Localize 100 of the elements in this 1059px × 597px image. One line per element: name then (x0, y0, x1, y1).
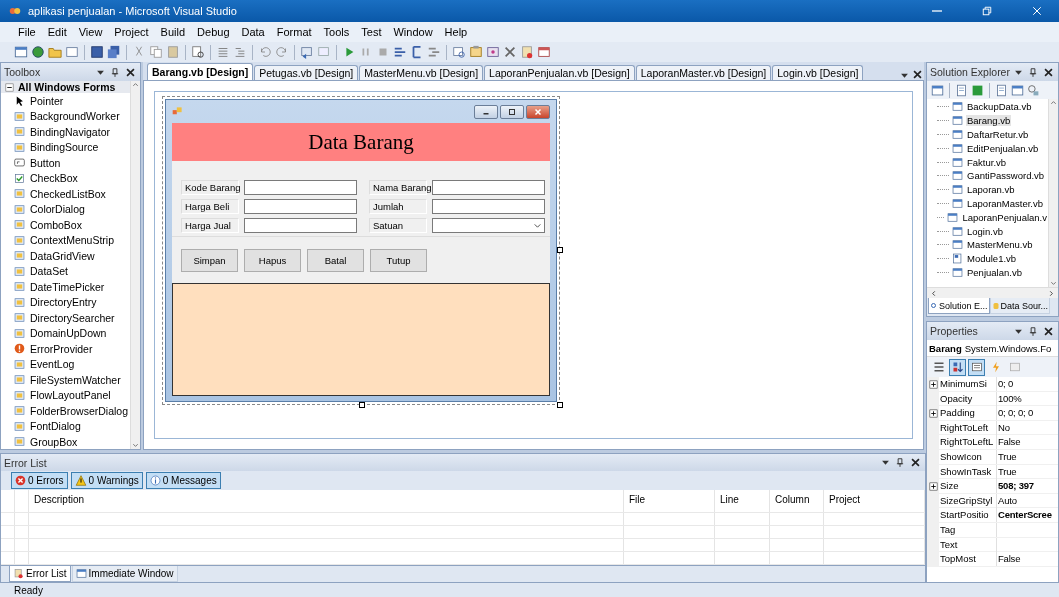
toolbox-item[interactable]: ErrorProvider (1, 341, 130, 357)
toolbox-item[interactable]: ContextMenuStrip (1, 232, 130, 248)
minimize-button[interactable] (474, 104, 498, 119)
text-field[interactable] (244, 218, 357, 233)
property-row[interactable]: Size 508; 397 (927, 479, 1058, 494)
maximize-button[interactable] (500, 104, 524, 119)
toolbox-item[interactable]: CheckBox (1, 170, 130, 186)
grid-icon[interactable] (65, 45, 79, 59)
toolbox-item[interactable]: FolderBrowserDialog (1, 403, 130, 419)
tree-item[interactable]: BackupData.vb (927, 100, 1048, 114)
find-icon[interactable] (191, 45, 205, 59)
property-row[interactable]: MinimumSi 0; 0 (927, 377, 1058, 392)
panel-tab[interactable]: Data Sour... (989, 298, 1051, 314)
menu-item[interactable]: Build (154, 26, 192, 38)
menu-item[interactable]: Format (270, 26, 318, 38)
window-icon[interactable] (537, 45, 551, 59)
menu-item[interactable]: View (72, 26, 109, 38)
resize-handle[interactable] (557, 247, 563, 253)
toolbox-item[interactable]: BackgroundWorker (1, 108, 130, 124)
filter-button[interactable]: 0 Warnings (70, 471, 143, 489)
document-tab[interactable]: Barang.vb [Design] (147, 63, 254, 80)
menu-item[interactable]: Tools (317, 26, 356, 38)
find-window-icon[interactable] (452, 45, 466, 59)
redo-icon[interactable] (275, 45, 289, 59)
menu-item[interactable]: Data (235, 26, 271, 38)
panel-tab[interactable]: Solution E... (928, 298, 990, 314)
toolbox-item[interactable]: CheckedListBox (1, 186, 130, 202)
align-lines-icon[interactable] (216, 45, 230, 59)
form-button[interactable]: Batal (307, 248, 364, 272)
column-header[interactable]: Description (29, 489, 624, 512)
property-row[interactable]: RightToLeftL False (927, 435, 1058, 450)
menu-item[interactable]: File (12, 26, 42, 38)
close-button[interactable] (911, 69, 924, 80)
menu-item[interactable]: Project (108, 26, 155, 38)
form-button[interactable]: Tutup (370, 248, 427, 272)
column-header[interactable]: File (624, 489, 715, 512)
tree-item[interactable]: LaporanMaster.vb (927, 196, 1048, 211)
document-tab[interactable]: Login.vb [Design] (772, 65, 864, 80)
properties-button[interactable] (968, 358, 985, 376)
tree-item[interactable]: GantiPassword.vb (927, 169, 1048, 183)
scrollbar[interactable] (927, 287, 1058, 298)
toolbox-item[interactable]: Pointer (1, 93, 130, 109)
column-header[interactable]: Project (824, 489, 925, 512)
text-field[interactable] (432, 180, 545, 195)
clipboard-error-icon[interactable] (520, 45, 534, 59)
document-tab[interactable]: Petugas.vb [Design] (254, 65, 359, 80)
tree-item[interactable]: Module1.vb (927, 251, 1048, 266)
document-tab[interactable]: LaporanPenjualan.vb [Design] (484, 65, 635, 80)
tree-item[interactable]: Barang.vb (927, 113, 1048, 128)
undo-icon[interactable] (258, 45, 272, 59)
data-grid[interactable] (172, 283, 550, 396)
toolbox-item[interactable]: EventLog (1, 356, 130, 372)
form-button[interactable]: Simpan (181, 248, 238, 272)
property-row[interactable]: SizeGripStyl Auto (927, 493, 1058, 509)
tree-item[interactable]: Login.vb (927, 224, 1048, 238)
tab-list-button[interactable] (899, 71, 910, 80)
toolbox-item[interactable]: ComboBox (1, 217, 130, 233)
toolbox-item[interactable]: DomainUpDown (1, 325, 130, 341)
tree-item[interactable]: LaporanPenjualan.v (927, 210, 1048, 225)
toolbox-item[interactable]: Button (1, 155, 130, 171)
menu-item[interactable]: Debug (191, 26, 236, 38)
column-header[interactable]: Column (770, 489, 824, 512)
panel-tab[interactable]: Immediate Window (71, 565, 178, 582)
indent-lines-icon[interactable] (233, 45, 247, 59)
panel-tab[interactable]: Error List (9, 565, 71, 582)
property-row[interactable]: Text (927, 537, 1058, 553)
property-row[interactable]: ShowIcon True (927, 449, 1058, 465)
text-field[interactable] (432, 199, 545, 214)
toolbox-item[interactable]: DirectoryEntry (1, 294, 130, 310)
toolbox-item[interactable]: FlowLayoutPanel (1, 387, 130, 403)
close-button[interactable] (124, 66, 137, 78)
auto-hide-button[interactable] (1027, 325, 1039, 337)
scrollbar[interactable] (1048, 99, 1058, 287)
toolbox-item[interactable]: DateTimePicker (1, 279, 130, 295)
auto-hide-button[interactable] (109, 66, 121, 78)
toolbox-item[interactable]: DirectorySearcher (1, 310, 130, 326)
resize-handle[interactable] (557, 402, 563, 408)
tree-item[interactable]: DaftarRetur.vb (927, 127, 1048, 142)
toolbox-item[interactable]: ColorDialog (1, 201, 130, 217)
auto-hide-button[interactable] (894, 457, 906, 468)
tree-item[interactable]: Laporan.vb (927, 182, 1048, 197)
property-row[interactable]: ShowInTask True (927, 464, 1058, 480)
document-tab[interactable]: LaporanMaster.vb [Design] (635, 65, 772, 80)
text-field[interactable] (244, 180, 357, 195)
property-row[interactable]: Tag (927, 522, 1058, 538)
save-icon[interactable] (90, 45, 104, 59)
property-row[interactable]: TopMost False (927, 552, 1058, 567)
filter-button[interactable]: 0 Messages (145, 471, 221, 489)
window-position-button[interactable] (880, 458, 891, 467)
tree-item[interactable]: Faktur.vb (927, 155, 1048, 169)
toolbox-item[interactable]: DataSet (1, 263, 130, 279)
tree-item[interactable]: EditPenjualan.vb (927, 141, 1048, 156)
toolbox-item[interactable]: DataGridView (1, 248, 130, 264)
alphabetical-button[interactable] (949, 358, 966, 376)
resize-handle[interactable] (359, 402, 365, 408)
document-tab[interactable]: MasterMenu.vb [Design] (359, 65, 484, 80)
auto-hide-button[interactable] (1027, 66, 1039, 78)
property-row[interactable]: Padding 0; 0; 0; 0 (927, 406, 1058, 421)
menu-item[interactable]: Help (438, 26, 474, 38)
menu-item[interactable]: Edit (41, 26, 73, 38)
